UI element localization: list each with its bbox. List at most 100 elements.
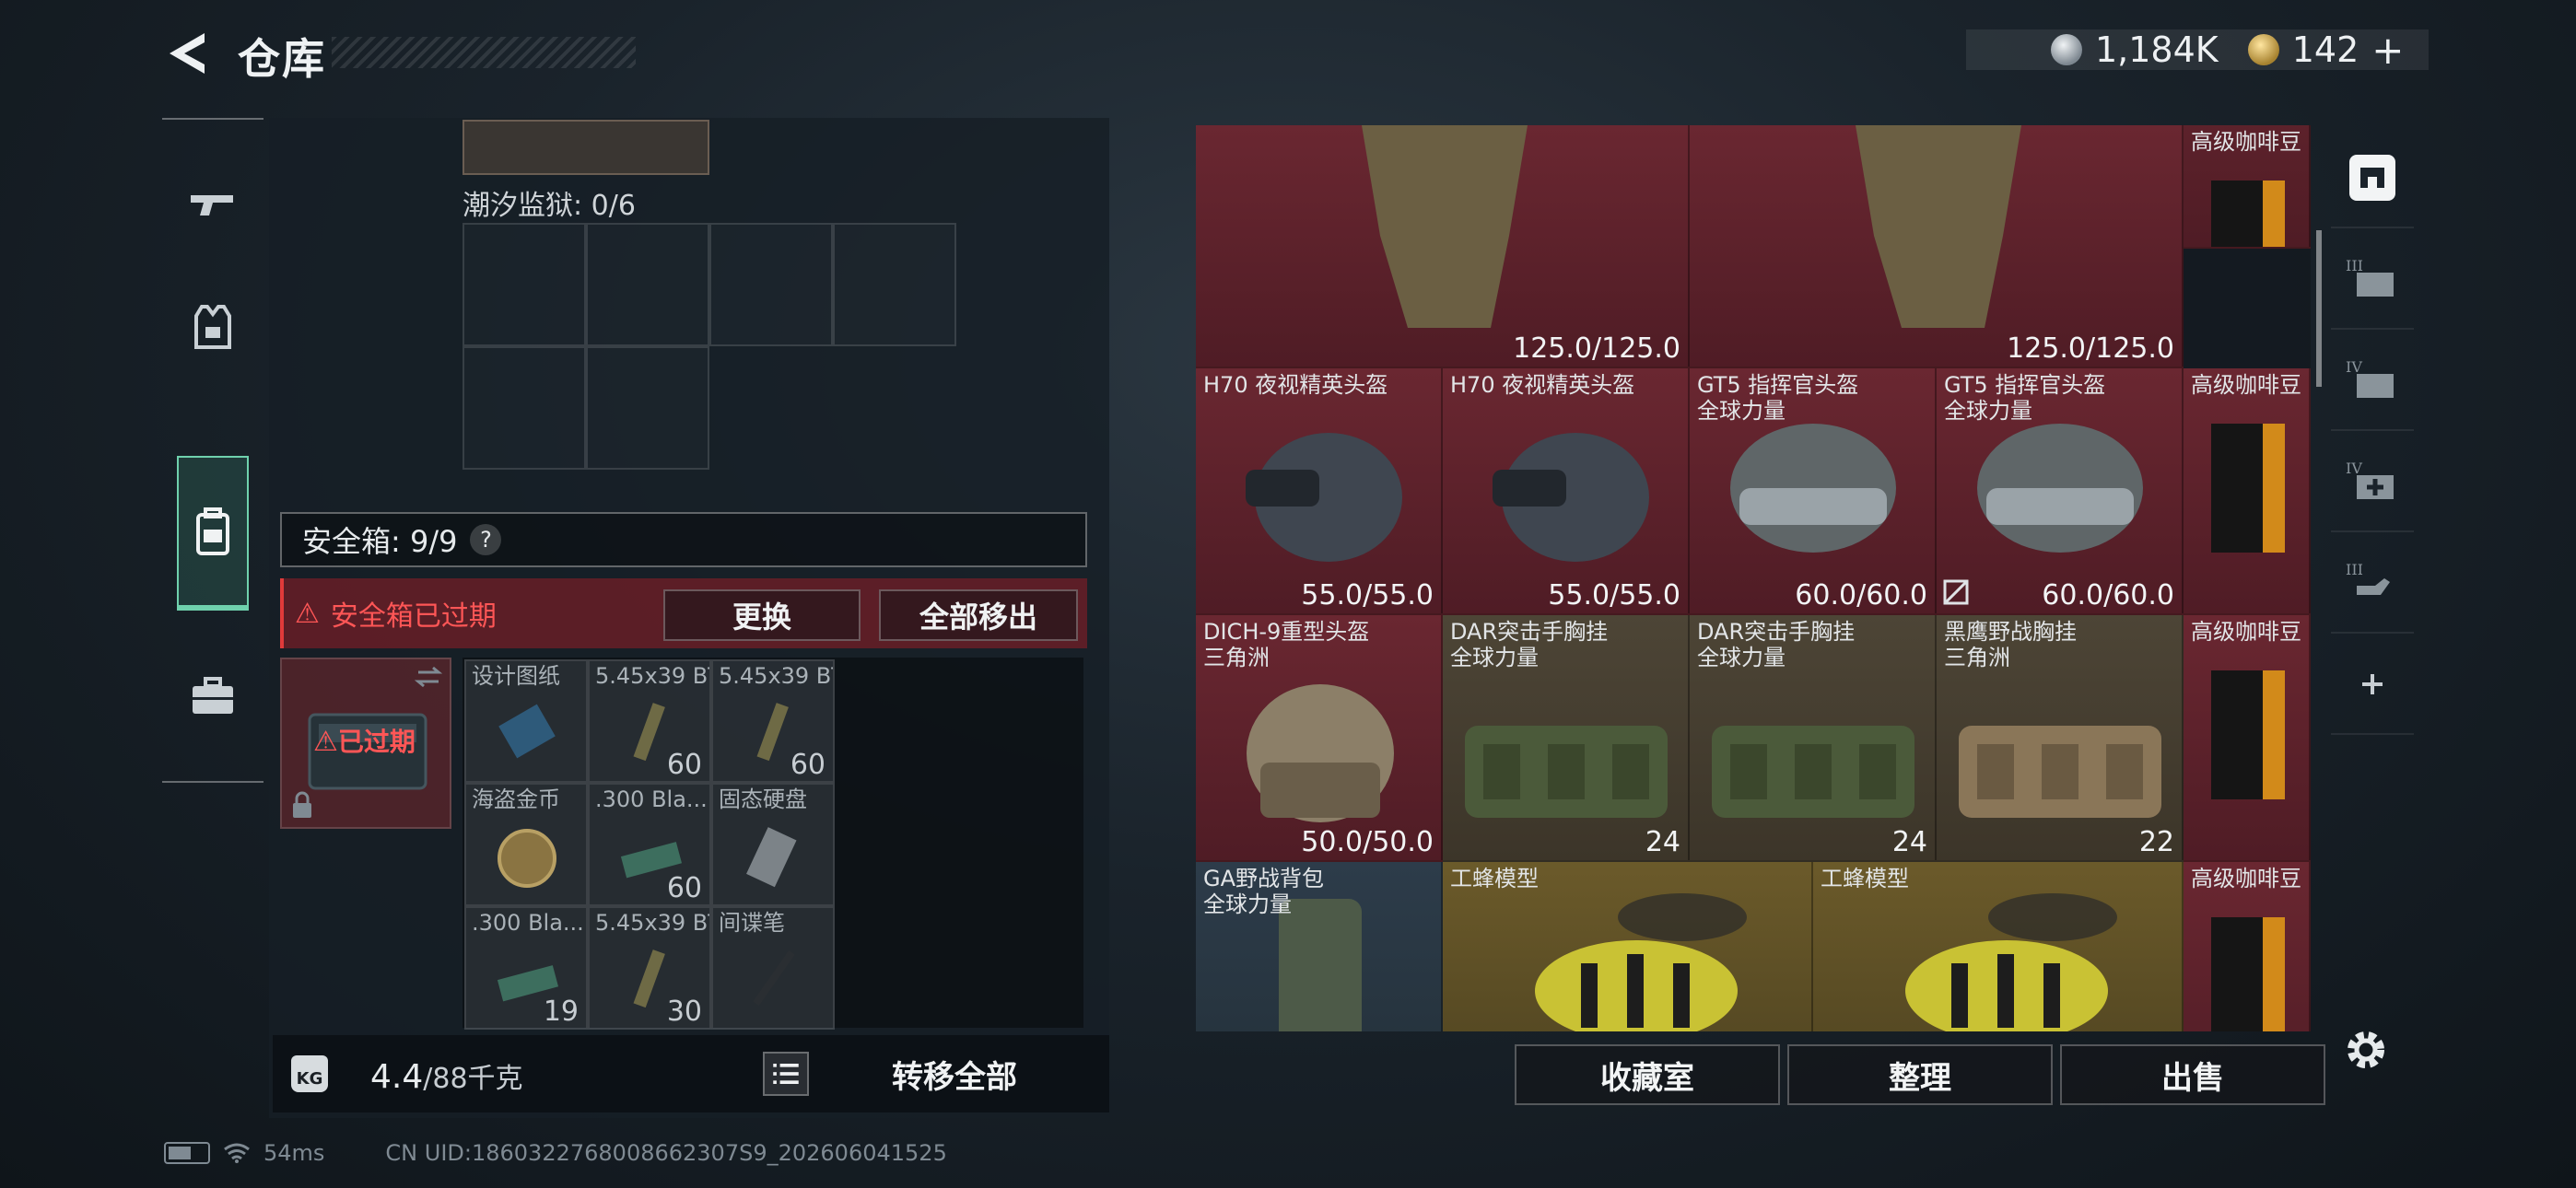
- backpack-icon: [196, 507, 229, 555]
- safebox-item[interactable]: 间谍笔: [711, 906, 835, 1030]
- sort-button[interactable]: 整理: [1787, 1044, 2053, 1105]
- safebox-item[interactable]: 5.45x39 BT ST 30: [588, 906, 711, 1030]
- gold-coin-item-icon: [498, 829, 556, 888]
- storage-item[interactable]: 工蜂模型: [1813, 862, 2184, 1031]
- storage-item[interactable]: DAR突击手胸挂 全球力量 24: [1443, 615, 1690, 862]
- wifi-icon: [224, 1143, 250, 1163]
- case-expired-label: ⚠已过期: [313, 726, 416, 758]
- armor-tier3-icon: III: [2346, 257, 2394, 297]
- storage-item[interactable]: 高级咖啡豆: [2184, 368, 2311, 615]
- storage-item[interactable]: GA野战背包 全球力量: [1196, 862, 1443, 1031]
- safebox-item[interactable]: .300 Bla... V-Max 60: [588, 783, 711, 906]
- prison-slot[interactable]: [709, 223, 833, 346]
- prison-slot[interactable]: [463, 223, 586, 346]
- safebox-item[interactable]: .300 Bla... V-Max 19: [464, 906, 588, 1030]
- armor-tier4-icon: IV: [2346, 358, 2394, 398]
- svg-text:III: III: [2346, 561, 2363, 578]
- category-armor[interactable]: [177, 281, 249, 373]
- warning-icon: ⚠: [295, 597, 320, 630]
- storage-item[interactable]: H70 夜视精英头盔 55.0/55.0: [1443, 368, 1690, 615]
- safebox-item[interactable]: 设计图纸: [464, 659, 588, 783]
- remove-all-button[interactable]: 全部移出: [879, 589, 1078, 641]
- replace-button[interactable]: 更换: [663, 589, 861, 641]
- settings-button[interactable]: [2340, 1024, 2392, 1076]
- toolbox-icon: [193, 677, 233, 714]
- prison-slot[interactable]: [586, 223, 709, 346]
- storage-scrollbar[interactable]: [2316, 230, 2322, 387]
- help-icon[interactable]: ?: [470, 524, 502, 555]
- category-backpack[interactable]: [177, 456, 249, 611]
- sell-button[interactable]: 出售: [2060, 1044, 2325, 1105]
- filter-armor-t4[interactable]: IV: [2331, 332, 2414, 431]
- chest-rig-icon: [1959, 726, 2161, 818]
- back-arrow-icon: [170, 33, 205, 74]
- move-all-button[interactable]: 转移全部: [892, 1052, 1017, 1097]
- storage-grid: 125.0/125.0 125.0/125.0 高级咖啡豆 H70 夜视精英头盔…: [1196, 125, 2311, 1031]
- prison-slot[interactable]: [833, 223, 956, 346]
- drone-bee-icon: [1905, 893, 2117, 1031]
- list-icon: [773, 1064, 799, 1084]
- storage-item[interactable]: GT5 指挥官头盔 全球力量 60.0/60.0: [1690, 368, 1937, 615]
- warning-icon: ⚠: [313, 726, 338, 758]
- category-case[interactable]: [177, 649, 249, 741]
- storage-item[interactable]: 高级咖啡豆: [2184, 125, 2311, 249]
- category-weapons[interactable]: [177, 157, 249, 249]
- add-currency-button[interactable]: +: [2371, 28, 2404, 73]
- armor-tier3-hand-icon: III: [2346, 561, 2390, 595]
- storage-item[interactable]: 高级咖啡豆: [2184, 862, 2311, 1031]
- svg-text:IV: IV: [2346, 460, 2362, 477]
- title-decoration: [332, 37, 636, 68]
- armor-vest-icon: [1362, 125, 1528, 328]
- battery-fill: [169, 1147, 191, 1159]
- medkit-tier4-icon: IV: [2346, 460, 2394, 499]
- safebox-item[interactable]: 固态硬盘: [711, 783, 835, 906]
- svg-text:IV: IV: [2346, 358, 2362, 376]
- pistol-icon: [191, 195, 233, 215]
- nvg-helmet-icon: [1493, 433, 1649, 562]
- storage-item[interactable]: DICH-9重型头盔 三角洲 50.0/50.0: [1196, 615, 1443, 862]
- currency-bar: 1,184K 142 +: [1966, 28, 2429, 73]
- drone-bee-icon: [1535, 893, 1747, 1031]
- list-view-button[interactable]: [763, 1052, 809, 1096]
- prison-slot[interactable]: [463, 346, 586, 470]
- commander-helmet-icon: [1977, 424, 2143, 553]
- lock-icon: [293, 803, 311, 818]
- spy-pen-icon: [753, 949, 795, 1007]
- back-button[interactable]: [164, 29, 208, 77]
- storage-filter-bar: III IV IV III: [2331, 129, 2414, 985]
- storage-item[interactable]: GT5 指挥官头盔 全球力量 60.0/60.0: [1937, 368, 2184, 615]
- filter-add[interactable]: [2331, 635, 2414, 735]
- safebox-item[interactable]: 海盗金币: [464, 783, 588, 906]
- weight-icon: KG: [291, 1055, 328, 1092]
- chest-rig-icon: [1712, 726, 1914, 818]
- storage-item[interactable]: 黑鹰野战胸挂 三角洲 22: [1937, 615, 2184, 862]
- prison-item-thumbnails: [463, 120, 709, 175]
- filter-medkit-t4[interactable]: IV: [2331, 433, 2414, 532]
- storage-item[interactable]: 125.0/125.0: [1690, 125, 2184, 368]
- storage-item[interactable]: 工蜂模型: [1443, 862, 1813, 1031]
- commander-helmet-icon: [1730, 424, 1896, 553]
- safebox-item[interactable]: 5.45x39 BT ST 60: [711, 659, 835, 783]
- category-sidebar: [162, 118, 263, 783]
- filter-armor-t3-hand[interactable]: III: [2331, 534, 2414, 634]
- safebox-label: 安全箱: 9/9: [302, 524, 458, 559]
- svg-text:III: III: [2346, 257, 2363, 274]
- silver-coin-icon: [2051, 34, 2082, 65]
- ping-label: 54ms: [263, 1140, 325, 1166]
- broken-icon: [1943, 579, 1969, 605]
- chest-rig-icon: [1465, 726, 1668, 818]
- ssd-icon: [746, 827, 797, 888]
- filter-armor-t3[interactable]: III: [2331, 230, 2414, 330]
- filter-all[interactable]: [2331, 129, 2414, 228]
- vest-icon: [194, 305, 231, 349]
- storage-item[interactable]: DAR突击手胸挂 全球力量 24: [1690, 615, 1937, 862]
- prison-slot[interactable]: [586, 346, 709, 470]
- storage-item[interactable]: 125.0/125.0: [1196, 125, 1690, 368]
- storage-item[interactable]: H70 夜视精英头盔 55.0/55.0: [1196, 368, 1443, 615]
- storage-item[interactable]: 高级咖啡豆: [2184, 615, 2311, 862]
- safebox-item[interactable]: 5.45x39 BT ST 60: [588, 659, 711, 783]
- silver-amount: 1,184K: [2095, 29, 2219, 70]
- collection-room-button[interactable]: 收藏室: [1515, 1044, 1780, 1105]
- heavy-helmet-icon: [1247, 684, 1394, 822]
- gold-amount: 142: [2291, 29, 2359, 70]
